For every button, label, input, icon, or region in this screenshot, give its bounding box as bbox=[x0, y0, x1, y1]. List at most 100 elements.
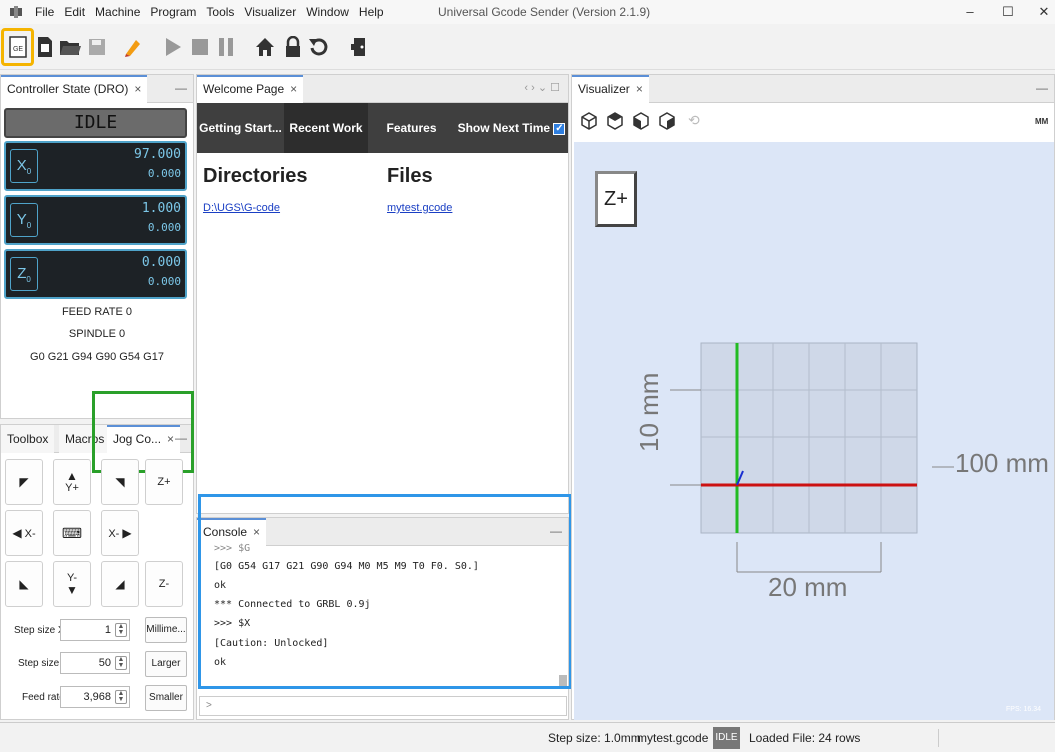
menu-help[interactable]: Help bbox=[354, 5, 389, 19]
console-input[interactable]: > bbox=[199, 696, 567, 716]
connect-highlight bbox=[1, 28, 34, 66]
maximize-button[interactable]: ☐ bbox=[988, 2, 1028, 22]
reset-icon[interactable] bbox=[306, 34, 332, 60]
directory-link[interactable]: D:\UGS\G-code bbox=[203, 202, 280, 214]
tab-getting-started[interactable]: Getting Start... bbox=[197, 103, 284, 153]
save-icon[interactable] bbox=[84, 34, 110, 60]
stop-icon[interactable] bbox=[187, 34, 213, 60]
step-z-input[interactable]: 50 ▲ ▼ bbox=[60, 652, 130, 674]
larger-button[interactable]: Larger bbox=[145, 651, 187, 677]
axis-z-work: 0.000 bbox=[141, 255, 181, 270]
step-xy-input[interactable]: 1 ▲ ▼ bbox=[60, 619, 130, 641]
tab-visualizer-label: Visualizer bbox=[578, 82, 630, 96]
jog-xminus-yplus-button[interactable]: ◤ bbox=[5, 459, 43, 505]
jog-xminus-label: X- bbox=[24, 527, 36, 540]
step-xy-value: 1 bbox=[104, 624, 111, 636]
close-icon[interactable]: × bbox=[134, 82, 141, 96]
axis-x-machine: 0.000 bbox=[147, 167, 181, 180]
spinner-icon[interactable]: ▲ ▼ bbox=[115, 690, 127, 704]
edit-icon[interactable] bbox=[120, 34, 146, 60]
checkbox-icon[interactable]: ✓ bbox=[553, 122, 566, 135]
tab-dro[interactable]: Controller State (DRO) × bbox=[1, 75, 148, 103]
view-iso-icon[interactable] bbox=[580, 112, 598, 133]
tab-welcome-label: Welcome Page bbox=[203, 82, 285, 96]
menu-program[interactable]: Program bbox=[145, 5, 201, 19]
jog-yplus-label: Y+ bbox=[65, 482, 79, 494]
jog-yplus-button[interactable]: ▲ Y+ bbox=[53, 459, 91, 505]
keyboard-icon[interactable]: ⌨ bbox=[53, 510, 91, 556]
minimize-button[interactable]: – bbox=[950, 2, 990, 22]
minimize-icon[interactable]: — bbox=[1036, 81, 1048, 95]
axis-y-label[interactable]: Y0 bbox=[10, 203, 38, 237]
gcode-state: G0 G21 G94 G90 G54 G17 bbox=[30, 351, 164, 363]
smaller-button[interactable]: Smaller bbox=[145, 685, 187, 711]
jog-yminus-button[interactable]: Y- ▼ bbox=[53, 561, 91, 607]
tab-nav-icons[interactable]: ‹ › ⌄ ☐ bbox=[524, 81, 560, 94]
axis-y-letter: Y bbox=[16, 211, 27, 228]
axis-z-letter: Z bbox=[17, 265, 27, 282]
unit-button[interactable]: Millime... bbox=[145, 617, 187, 643]
tab-visualizer[interactable]: Visualizer × bbox=[572, 75, 649, 103]
jog-zminus-label: Z- bbox=[158, 578, 170, 590]
axis-y-sub: 0 bbox=[26, 221, 32, 230]
axis-x-work: 97.000 bbox=[134, 147, 181, 162]
axis-z-label[interactable]: Z0 bbox=[10, 257, 38, 291]
directories-heading: Directories bbox=[203, 165, 308, 187]
menu-visualizer[interactable]: Visualizer bbox=[239, 5, 301, 19]
door-icon[interactable] bbox=[346, 34, 372, 60]
file-link[interactable]: mytest.gcode bbox=[387, 202, 452, 214]
view-top-icon[interactable] bbox=[606, 112, 624, 133]
menu-tools[interactable]: Tools bbox=[201, 5, 239, 19]
close-icon[interactable]: × bbox=[290, 82, 297, 96]
dim-y-label: 10 mm bbox=[634, 372, 664, 452]
jog-xminus-button[interactable]: ◀ X- bbox=[5, 510, 43, 556]
jog-zplus-button[interactable]: Z+ bbox=[145, 459, 183, 505]
dro-tabstrip: Controller State (DRO) × — bbox=[1, 75, 193, 103]
feed-rate: FEED RATE 0 bbox=[61, 306, 133, 318]
play-icon[interactable] bbox=[160, 34, 186, 60]
rotate-icon[interactable]: ⟲ bbox=[688, 112, 700, 129]
tab-toolbox[interactable]: Toolbox bbox=[1, 425, 55, 453]
open-folder-icon[interactable] bbox=[57, 34, 83, 60]
tab-recent-work[interactable]: Recent Work bbox=[284, 103, 368, 153]
show-next-time[interactable]: Show Next Time ✓ bbox=[455, 103, 568, 153]
menu-file[interactable]: File bbox=[30, 5, 59, 19]
axis-y: Y0 1.000 0.000 bbox=[4, 195, 187, 245]
show-next-time-label: Show Next Time bbox=[457, 121, 551, 135]
jog-xplus-label: X- bbox=[108, 527, 120, 540]
tab-features[interactable]: Features bbox=[368, 103, 455, 153]
visualizer-canvas[interactable]: Z+ 10 mm 100 mm 20 mm FPS: 16.34 bbox=[574, 142, 1054, 720]
tab-dro-label: Controller State (DRO) bbox=[7, 82, 129, 96]
console-prompt: > bbox=[206, 700, 212, 711]
jog-xplus-yplus-button[interactable]: ◥ bbox=[101, 459, 139, 505]
jog-xminus-yminus-button[interactable]: ◣ bbox=[5, 561, 43, 607]
view-front-icon[interactable] bbox=[658, 112, 676, 133]
spindle: SPINDLE 0 bbox=[68, 328, 126, 340]
status-loaded: Loaded File: 24 rows bbox=[749, 731, 861, 745]
home-icon[interactable] bbox=[252, 34, 278, 60]
units-label[interactable]: MM bbox=[1035, 117, 1048, 126]
axis-y-work: 1.000 bbox=[141, 201, 181, 216]
feed-rate-value: 3,968 bbox=[83, 691, 111, 703]
menu-window[interactable]: Window bbox=[301, 5, 354, 19]
welcome-tabstrip: Welcome Page × ‹ › ⌄ ☐ bbox=[197, 75, 568, 103]
close-icon[interactable]: × bbox=[636, 82, 643, 96]
axis-x-label[interactable]: X0 bbox=[10, 149, 38, 183]
spinner-icon[interactable]: ▲ ▼ bbox=[115, 623, 127, 637]
jog-xplus-button[interactable]: X- ▶ bbox=[101, 510, 139, 556]
tab-welcome[interactable]: Welcome Page × bbox=[197, 75, 304, 103]
dim-bottom-label: 20 mm bbox=[768, 572, 848, 602]
feed-rate-input[interactable]: 3,968 ▲ ▼ bbox=[60, 686, 130, 708]
machine-state: IDLE bbox=[4, 108, 187, 138]
spinner-icon[interactable]: ▲ ▼ bbox=[115, 656, 127, 670]
view-left-icon[interactable] bbox=[632, 112, 650, 133]
jog-zminus-button[interactable]: Z- bbox=[145, 561, 183, 607]
open-file-icon[interactable] bbox=[32, 34, 58, 60]
menu-machine[interactable]: Machine bbox=[90, 5, 145, 19]
close-button[interactable]: ✕ bbox=[1024, 2, 1055, 22]
menu-edit[interactable]: Edit bbox=[59, 5, 90, 19]
minimize-icon[interactable]: — bbox=[175, 81, 187, 95]
jog-xplus-yminus-button[interactable]: ◢ bbox=[101, 561, 139, 607]
pause-icon[interactable] bbox=[213, 34, 239, 60]
lock-icon[interactable] bbox=[280, 34, 306, 60]
